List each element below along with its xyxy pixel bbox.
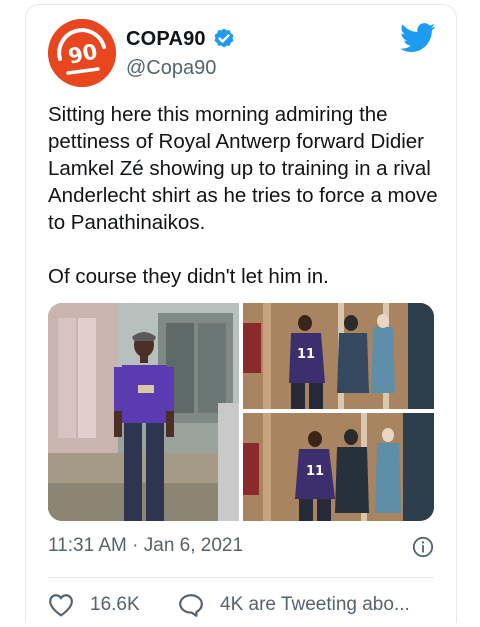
author-display-name[interactable]: COPA90 xyxy=(126,28,206,51)
like-button[interactable]: 16.6K xyxy=(48,593,140,617)
media-grid: 11 11 xyxy=(48,303,434,521)
tweet-actions: 16.6K 4K are Tweeting abo... xyxy=(48,593,446,621)
copa90-logo: 90 xyxy=(48,19,116,87)
heart-icon xyxy=(49,594,73,617)
divider xyxy=(48,577,434,578)
info-icon[interactable] xyxy=(412,536,434,558)
tweeting-count: 4K are Tweeting abo... xyxy=(220,594,410,615)
author-handle[interactable]: @Copa90 xyxy=(126,57,216,80)
author-name-row[interactable]: COPA90 xyxy=(126,27,236,51)
tweeting-button[interactable]: 4K are Tweeting abo... xyxy=(178,593,410,617)
like-count: 16.6K xyxy=(90,594,140,615)
verified-badge-icon xyxy=(214,28,234,48)
twitter-bird-icon[interactable] xyxy=(400,23,436,53)
tweet-timestamp[interactable]: 11:31 AM · Jan 6, 2021 xyxy=(48,535,243,557)
media-photo-1[interactable] xyxy=(48,303,239,521)
media-photo-3[interactable]: 11 xyxy=(243,413,434,521)
tweet-text: Sitting here this morning admiring the p… xyxy=(48,103,438,288)
tweet-card: 90 COPA90 @Copa90 Sitting here this morn… xyxy=(25,4,457,623)
svg-text:11: 11 xyxy=(297,347,315,362)
avatar[interactable]: 90 xyxy=(48,19,116,87)
speech-bubble-icon xyxy=(179,594,203,617)
svg-text:11: 11 xyxy=(306,464,324,479)
media-photo-2[interactable]: 11 xyxy=(243,303,434,409)
